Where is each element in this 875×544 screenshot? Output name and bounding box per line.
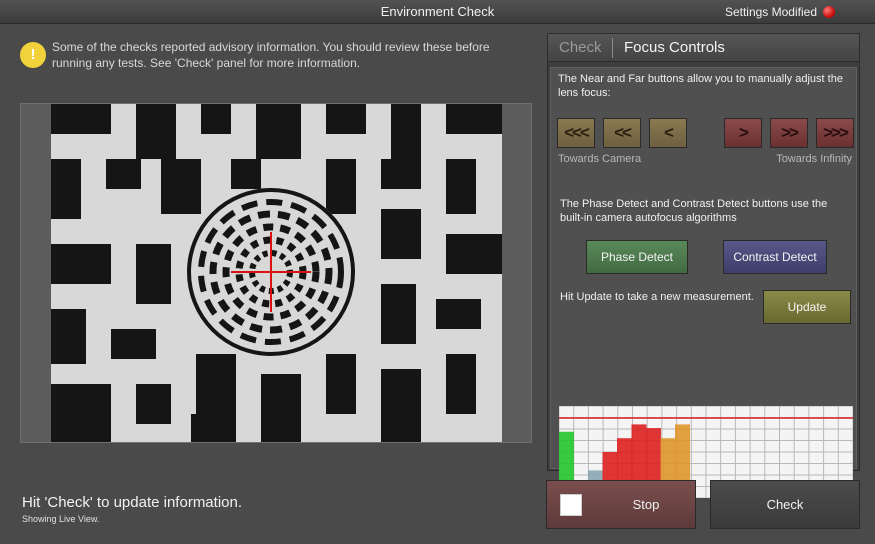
near-small-button[interactable]: < [649,118,687,148]
focus-controls-panel: The Near and Far buttons allow you to ma… [550,67,857,498]
towards-camera-label: Towards Camera [558,153,642,165]
update-button[interactable]: Update [763,290,851,324]
autofocus-text: The Phase Detect and Contrast Detect but… [560,198,828,224]
far-medium-button[interactable]: >> [770,118,808,148]
manual-focus-text: The Near and Far buttons allow you to ma… [558,73,843,99]
contrast-detect-button[interactable]: Contrast Detect [723,240,827,274]
side-panel: Check Focus Controls The Near and Far bu… [547,33,860,498]
settings-status-indicator [823,6,835,18]
tab-focus-controls[interactable]: Focus Controls [624,39,725,56]
stop-icon [560,494,582,516]
settings-status-label: Settings Modified [724,5,817,19]
advisory-message: Some of the checks reported advisory inf… [52,40,490,70]
panel-tabs: Check Focus Controls [548,34,859,62]
check-button[interactable]: Check [710,480,860,529]
status-message: Hit 'Check' to update information. [22,494,243,511]
far-large-button[interactable]: >>> [816,118,854,148]
update-text: Hit Update to take a new measurement. [560,291,754,303]
tab-divider [612,38,613,58]
towards-infinity-label: Towards Infinity [776,153,852,165]
warning-icon: ! [20,42,46,68]
near-medium-button[interactable]: << [603,118,641,148]
far-small-button[interactable]: > [724,118,762,148]
title-bar: Environment Check Settings Modified [0,0,875,24]
status-detail: Showing Live View. [22,514,100,524]
live-view [20,103,532,443]
stop-label: Stop [632,497,660,512]
near-large-button[interactable]: <<< [557,118,595,148]
stop-button[interactable]: Stop [546,480,696,529]
phase-detect-button[interactable]: Phase Detect [586,240,688,274]
focus-target-image [51,104,502,442]
tab-check[interactable]: Check [559,39,602,56]
